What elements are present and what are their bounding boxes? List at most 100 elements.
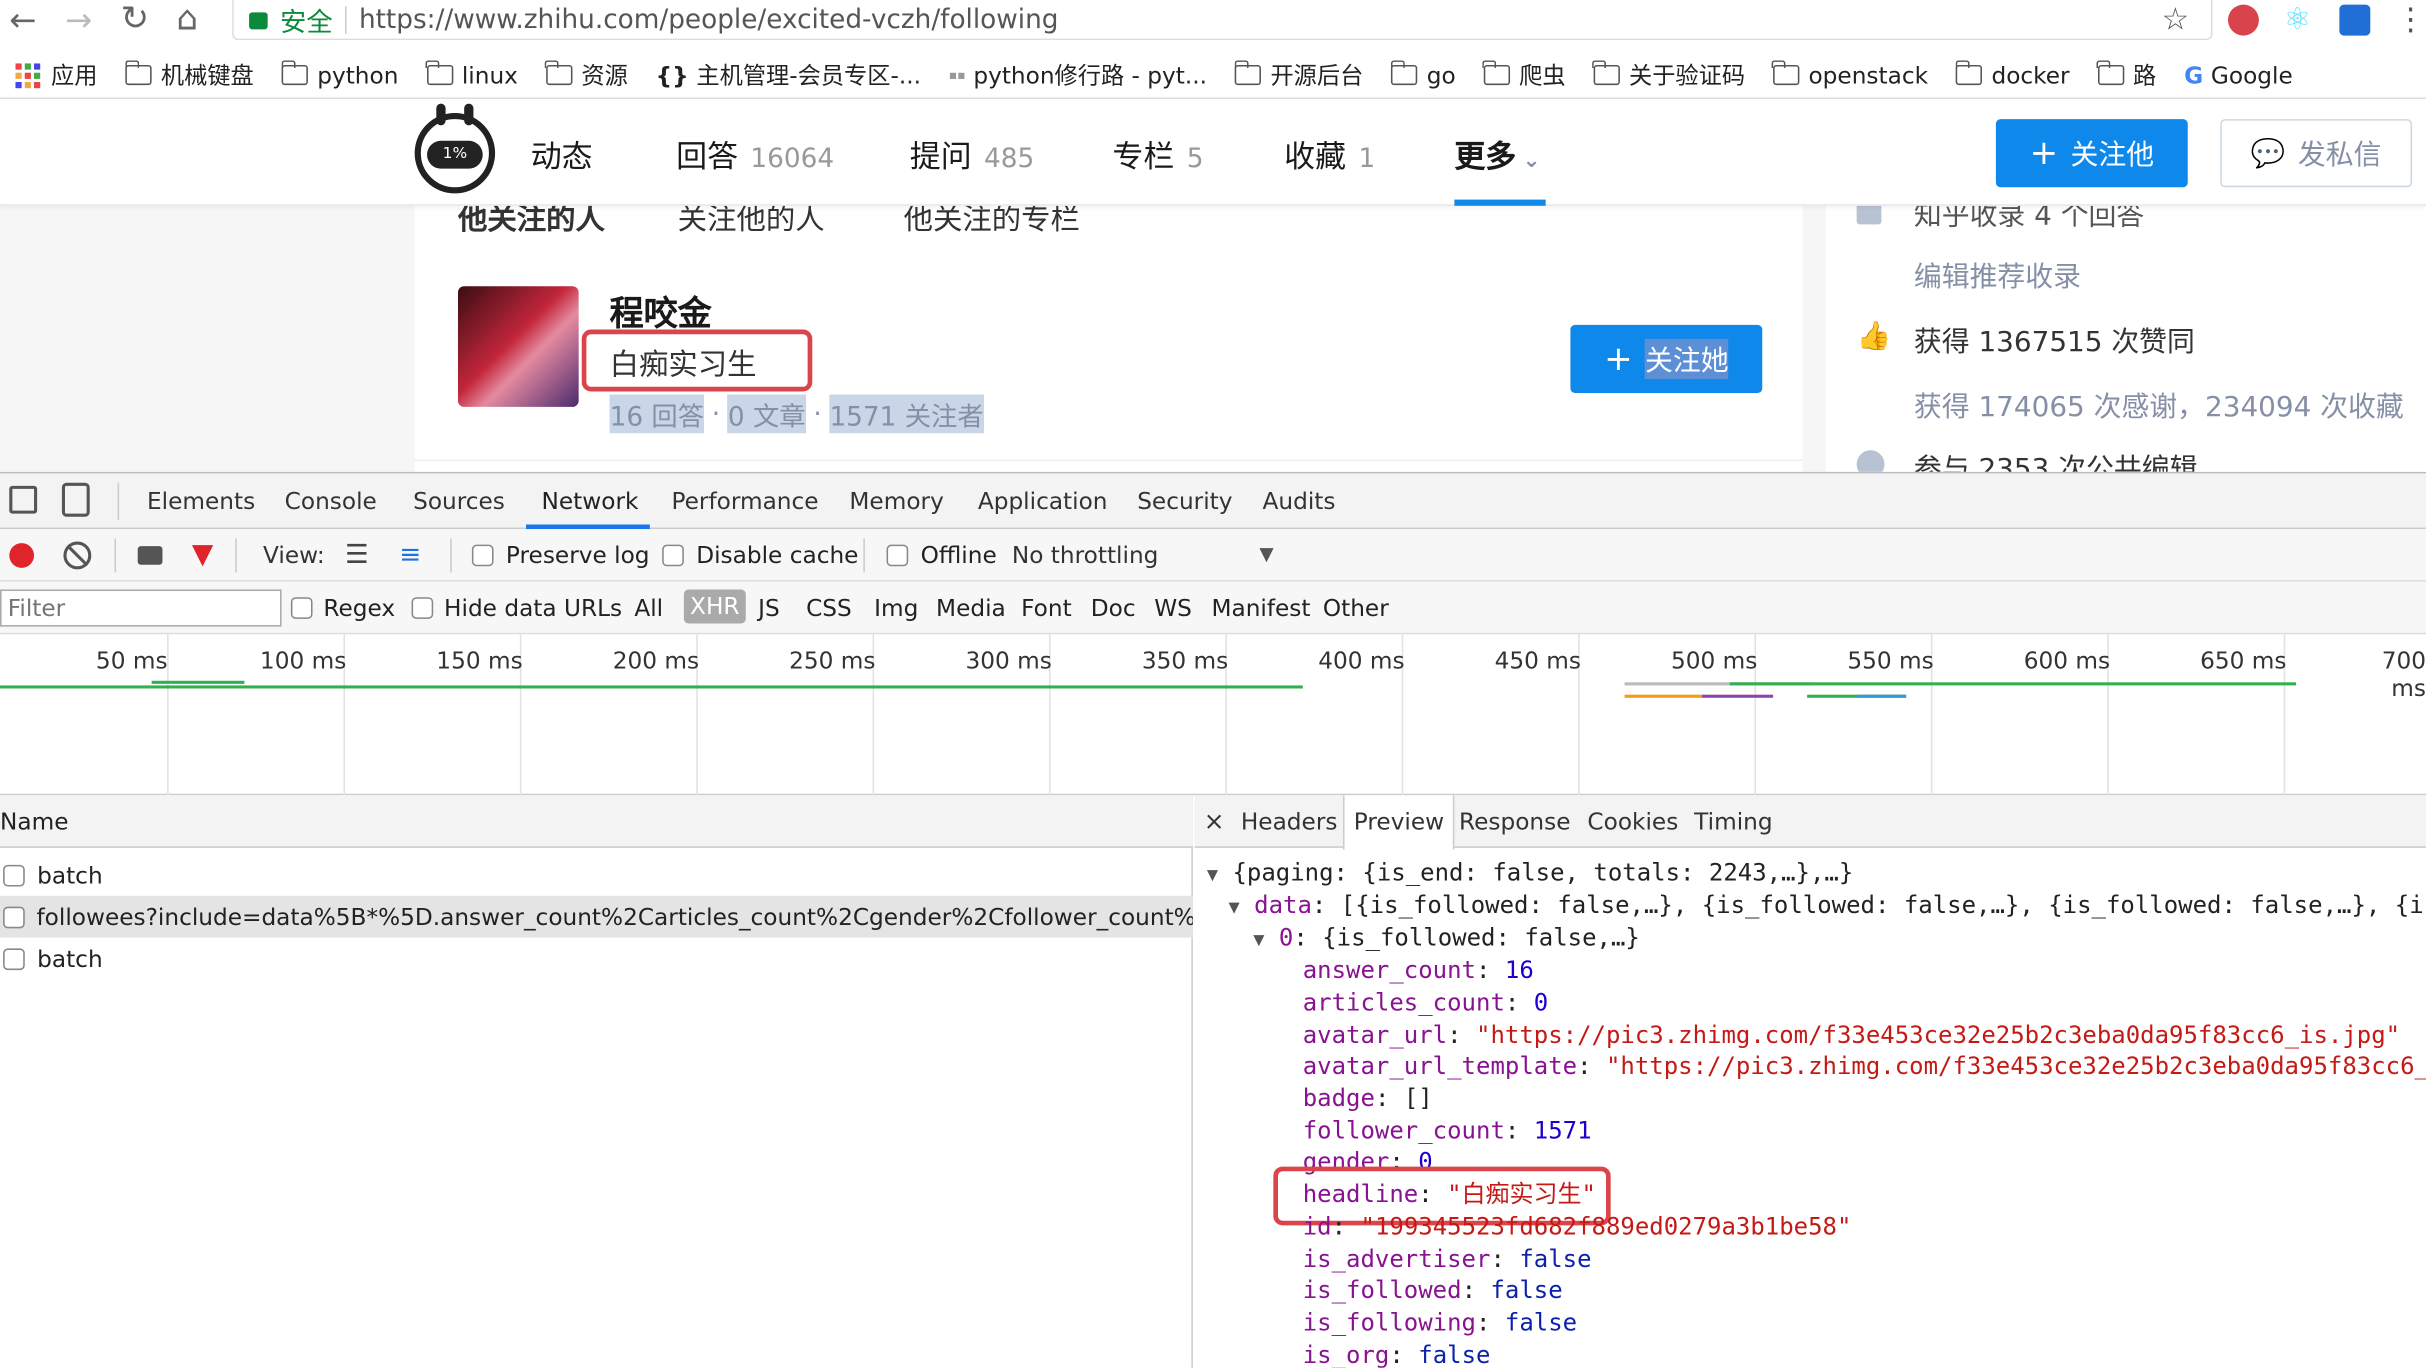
type-ws[interactable]: WS — [1154, 594, 1192, 622]
star-icon[interactable]: ☆ — [2161, 0, 2189, 37]
filter-input[interactable] — [0, 589, 282, 627]
bookmark-link[interactable]: {} 主机管理-会员专区-... — [656, 59, 921, 91]
home-icon[interactable]: ⌂ — [176, 0, 198, 39]
tab-application[interactable]: Application — [978, 487, 1108, 515]
profile-logo-icon[interactable]: 1% — [414, 103, 496, 194]
type-media[interactable]: Media — [936, 594, 1006, 622]
tab-preview[interactable]: Preview — [1342, 795, 1455, 850]
tab-sources[interactable]: Sources — [413, 487, 505, 515]
tab-audits[interactable]: Audits — [1263, 487, 1336, 515]
waterfall-icon[interactable]: ≡ — [399, 540, 421, 571]
checkbox-icon — [886, 544, 909, 567]
type-css[interactable]: CSS — [806, 594, 852, 622]
bookmark-google[interactable]: G Google — [2184, 61, 2293, 89]
nav-more[interactable]: 更多 ⌄ — [1454, 132, 1540, 177]
articles-count[interactable]: 0 文章 — [727, 394, 806, 434]
type-xhr[interactable]: XHR — [683, 589, 746, 624]
dropdown-arrow-icon[interactable]: ▼ — [1259, 543, 1273, 565]
throttling-select[interactable]: No throttling — [1012, 542, 1159, 570]
forward-icon[interactable]: → — [65, 2, 92, 39]
tab-elements[interactable]: Elements — [147, 487, 255, 515]
menu-icon[interactable]: ⋮ — [2395, 0, 2426, 37]
record-icon[interactable] — [9, 543, 35, 568]
bookmark-folder[interactable]: 路 — [2096, 59, 2156, 91]
bookmark-folder[interactable]: linux — [425, 60, 518, 89]
bookmark-folder[interactable]: 爬虫 — [1482, 59, 1566, 91]
nav-activity[interactable]: 动态 — [531, 132, 593, 177]
close-icon[interactable]: × — [1204, 795, 1225, 848]
type-font[interactable]: Font — [1021, 594, 1072, 622]
follow-him-button[interactable]: + 关注他 — [1995, 119, 2188, 188]
nav-answers[interactable]: 回答 16064 — [676, 132, 834, 177]
preserve-log-checkbox[interactable]: Preserve log — [471, 542, 650, 569]
bookmark-folder[interactable]: 关于验证码 — [1592, 59, 1745, 91]
bookmark-link[interactable]: ▪▪ python修行路 - pyt... — [949, 59, 1207, 91]
inspect-element-icon[interactable] — [9, 485, 38, 514]
request-row[interactable]: batch — [0, 938, 1193, 980]
type-img[interactable]: Img — [874, 594, 918, 622]
bookmark-folder[interactable]: openstack — [1772, 60, 1928, 89]
tab-cookies[interactable]: Cookies — [1587, 795, 1678, 848]
request-row-selected[interactable]: followees?include=data%5B*%5D.answer_cou… — [0, 895, 1193, 938]
offline-checkbox[interactable]: Offline — [886, 542, 997, 569]
bookmark-folder[interactable]: 开源后台 — [1234, 59, 1363, 91]
tab-network[interactable]: Network — [542, 487, 639, 515]
tab-performance[interactable]: Performance — [671, 487, 818, 515]
answers-count[interactable]: 16 回答 — [609, 394, 705, 434]
json-root-node[interactable]: ▼ {paging: {is_end: false, totals: 2243,… — [1207, 857, 1854, 891]
type-all[interactable]: All — [634, 594, 663, 622]
back-icon[interactable]: ← — [9, 2, 36, 39]
json-field: badge: [] — [1302, 1084, 1433, 1113]
bookmark-folder[interactable]: 机械键盘 — [124, 59, 254, 91]
bookmark-folder[interactable]: python — [280, 60, 398, 89]
bookmark-folder[interactable]: 资源 — [545, 59, 628, 91]
nav-collections[interactable]: 收藏 1 — [1284, 132, 1375, 177]
checkbox-icon — [662, 544, 684, 567]
send-message-button[interactable]: 💬 发私信 — [2220, 119, 2413, 188]
bookmark-folder[interactable]: docker — [1955, 60, 2070, 89]
type-other[interactable]: Other — [1323, 594, 1389, 622]
disable-cache-checkbox[interactable]: Disable cache — [662, 542, 858, 569]
hide-data-urls-checkbox[interactable]: Hide data URLs — [411, 594, 622, 622]
tick-label: 200 ms — [612, 646, 700, 675]
json-item-node[interactable]: ▼ 0: {is_followed: false,…} — [1253, 922, 1640, 956]
tab-headers[interactable]: Headers — [1241, 795, 1338, 848]
large-rows-icon[interactable]: ☰ — [345, 540, 369, 571]
nav-columns[interactable]: 专栏 5 — [1112, 132, 1203, 177]
pocket-icon[interactable] — [2339, 4, 2371, 36]
timeline-bar — [0, 685, 1303, 689]
type-manifest[interactable]: Manifest — [1211, 594, 1310, 622]
react-devtools-icon[interactable]: ⚛ — [2284, 0, 2312, 37]
reload-icon[interactable]: ↻ — [121, 0, 150, 39]
user-name[interactable]: 程咬金 — [610, 286, 712, 336]
edit-recommend-link[interactable]: 编辑推荐收录 — [1914, 255, 2081, 295]
followers-count[interactable]: 1571 关注者 — [829, 394, 984, 434]
capture-screenshots-icon[interactable] — [137, 546, 163, 565]
clear-icon[interactable] — [63, 541, 92, 570]
device-toolbar-icon[interactable] — [61, 482, 90, 517]
url-text[interactable]: https://www.zhihu.com/people/excited-vcz… — [359, 4, 1058, 35]
filter-icon[interactable]: ▼ — [192, 538, 213, 570]
address-bar[interactable]: 安全 https://www.zhihu.com/people/excited-… — [232, 0, 2213, 41]
network-timeline[interactable]: 50 ms 100 ms 150 ms 200 ms 250 ms 300 ms… — [0, 634, 2426, 796]
tab-response[interactable]: Response — [1459, 795, 1570, 848]
tick-label: 300 ms — [965, 646, 1052, 675]
name-column-header[interactable]: Name — [0, 808, 68, 836]
tab-timing[interactable]: Timing — [1694, 795, 1772, 848]
nav-questions[interactable]: 提问 485 — [910, 132, 1034, 177]
json-data-node[interactable]: ▼ data: [{is_followed: false,…}, {is_fol… — [1228, 890, 2426, 924]
regex-checkbox[interactable]: Regex — [290, 594, 395, 622]
tab-console[interactable]: Console — [285, 487, 377, 515]
extension-icon[interactable] — [2227, 4, 2259, 36]
follow-her-button[interactable]: + 关注她 — [1570, 324, 1763, 393]
user-avatar[interactable] — [457, 286, 579, 407]
bookmark-folder[interactable]: go — [1390, 60, 1456, 89]
type-doc[interactable]: Doc — [1091, 594, 1136, 622]
tab-memory[interactable]: Memory — [849, 487, 943, 515]
tab-security[interactable]: Security — [1137, 487, 1232, 515]
plus-icon: + — [2029, 133, 2059, 173]
achievements-sidebar: 知乎收录 4 个回答 编辑推荐收录 👍 获得 1367515 次赞同 获得 17… — [1825, 193, 2426, 472]
type-js[interactable]: JS — [758, 594, 780, 622]
bookmark-apps[interactable]: 应用 — [15, 59, 97, 91]
request-row[interactable]: batch — [0, 854, 1193, 896]
